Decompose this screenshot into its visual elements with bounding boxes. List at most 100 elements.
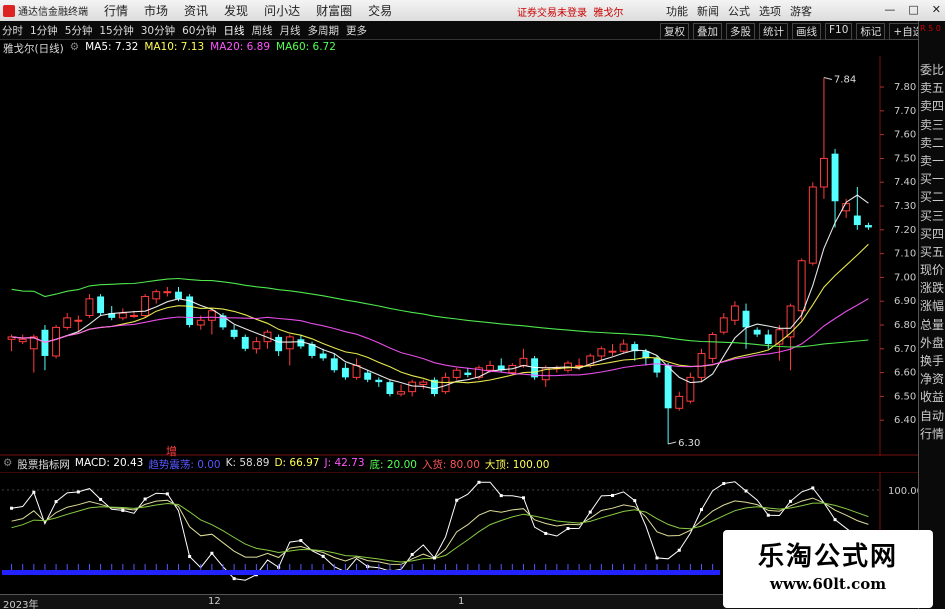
j-marker: [10, 506, 14, 510]
period-tab-30min[interactable]: 30分钟: [141, 23, 175, 38]
period-tab-daily[interactable]: 日线: [224, 23, 245, 38]
menu-function[interactable]: 功能: [666, 3, 688, 19]
panel-item[interactable]: 自动: [919, 407, 945, 425]
panel-item[interactable]: 卖五: [919, 79, 945, 97]
stats-button[interactable]: 统计: [759, 23, 788, 40]
j-label: J: 42.73: [324, 457, 365, 469]
stock-tag: 雅戈尔: [593, 8, 624, 19]
close-icon[interactable]: ✕: [932, 3, 941, 16]
price-tick-label: 6.90: [894, 296, 916, 307]
panel-item[interactable]: 买二: [919, 188, 945, 206]
panel-item[interactable]: 买四: [919, 225, 945, 243]
candle-body: [118, 312, 127, 319]
menu-item-ask[interactable]: 问小达: [264, 2, 300, 19]
panel-item[interactable]: 行情: [919, 425, 945, 443]
menu-item-quotes[interactable]: 行情: [104, 2, 128, 19]
menu-item-market[interactable]: 市场: [144, 2, 168, 19]
panel-item[interactable]: 买三: [919, 207, 945, 225]
minimize-icon[interactable]: —: [884, 3, 895, 16]
date-label: 12: [208, 596, 221, 607]
price-tick-label: 6.80: [894, 320, 916, 331]
panel-item[interactable]: 外盘: [919, 334, 945, 352]
candle-body: [753, 329, 761, 335]
j-marker: [121, 508, 125, 512]
adjust-button[interactable]: 复权: [660, 23, 689, 40]
candle-body: [864, 225, 872, 228]
right-side-panel: R 5 0 委比 卖五 卖四 卖三 卖二 卖一 买一 买二 买三 买四 买五 现价 涨跌 涨幅 总量 外盘 换手净…: [918, 21, 945, 609]
panel-item[interactable]: 收益: [919, 388, 945, 406]
menu-item-wealth[interactable]: 财富圈: [316, 2, 352, 19]
candle-body: [730, 305, 739, 321]
settings-gear-icon[interactable]: ⚙: [70, 41, 79, 56]
price-tick-label: 7.70: [894, 106, 916, 117]
candle-body: [175, 291, 182, 299]
period-tab-15min[interactable]: 15分钟: [99, 23, 133, 38]
multi-stock-button[interactable]: 多股: [726, 23, 755, 40]
period-tab-weekly[interactable]: 周线: [252, 23, 273, 38]
period-tab-1min[interactable]: 1分钟: [30, 23, 58, 38]
ma5-label: MA5: 7.32: [85, 41, 139, 53]
period-tab-timeshare[interactable]: 分时: [2, 23, 23, 38]
panel-item[interactable]: 卖三: [919, 116, 945, 134]
j-marker: [744, 489, 748, 493]
panel-item[interactable]: 现价: [919, 261, 945, 279]
j-marker: [610, 493, 614, 497]
right-menu: 功能 新闻 公式 选项 游客: [666, 3, 821, 19]
chart-tools: 复权 叠加 多股 统计 画线 F10 标记 +自选 返回: [660, 23, 945, 40]
period-tab-multi[interactable]: 多周期: [308, 23, 340, 38]
menu-formula[interactable]: 公式: [728, 3, 750, 19]
menu-item-news[interactable]: 资讯: [184, 2, 208, 19]
overlay-button[interactable]: 叠加: [693, 23, 722, 40]
ma-info-bar: 雅戈尔(日线) ⚙ MA5: 7.32 MA10: 7.13 MA20: 6.8…: [0, 41, 336, 56]
candle-body: [853, 215, 861, 226]
panel-item[interactable]: 总量: [919, 316, 945, 334]
period-tab-more[interactable]: 更多: [346, 23, 367, 38]
menu-options[interactable]: 选项: [759, 3, 781, 19]
candle-body: [230, 329, 238, 337]
panel-item[interactable]: 委比: [919, 61, 945, 79]
j-marker: [655, 556, 659, 560]
panel-item[interactable]: 净资: [919, 370, 945, 388]
price-tick-label: 7.30: [894, 201, 916, 212]
f10-button[interactable]: F10: [825, 23, 853, 40]
macd-label: MACD: 20.43: [74, 457, 144, 469]
candlestick-chart[interactable]: 7.80 7.70 7.60 7.50 7.40 7.30 7.20 7.10 7.00 6.90…: [0, 56, 918, 456]
candle-body: [653, 358, 661, 373]
mark-button[interactable]: 标记: [856, 23, 886, 40]
login-status[interactable]: 证券交易未登录 雅戈尔: [517, 4, 623, 19]
panel-item[interactable]: 卖四: [919, 97, 945, 115]
candle-body: [764, 334, 772, 345]
ma5-line: [11, 194, 869, 390]
j-marker: [588, 510, 592, 514]
panel-item[interactable]: 涨幅: [919, 297, 945, 315]
candle-body: [375, 379, 383, 383]
j-marker: [766, 513, 770, 517]
candle-body: [141, 295, 150, 316]
period-tab-monthly[interactable]: 月线: [280, 23, 301, 38]
panel-item[interactable]: 卖二: [919, 134, 945, 152]
period-tab-60min[interactable]: 60分钟: [182, 23, 216, 38]
candle-body: [708, 334, 717, 359]
j-marker: [544, 531, 548, 535]
indicator-gear-icon[interactable]: ⚙: [3, 457, 12, 471]
panel-item[interactable]: 买五: [919, 243, 945, 261]
menu-item-discover[interactable]: 发现: [224, 2, 248, 19]
maximize-icon[interactable]: □: [908, 3, 918, 16]
panel-item[interactable]: 卖一: [919, 152, 945, 170]
panel-item[interactable]: 买一: [919, 170, 945, 188]
candle-body: [130, 314, 138, 317]
menu-item-trade[interactable]: 交易: [368, 2, 392, 19]
j-marker: [432, 556, 436, 560]
window-controls: — □ ✕: [884, 3, 941, 16]
panel-item[interactable]: 换手: [919, 352, 945, 370]
candle-body: [275, 336, 283, 352]
trend-label: 趋势震荡: 0.00: [148, 459, 221, 471]
menu-news[interactable]: 新闻: [697, 3, 719, 19]
candle-body: [597, 348, 606, 357]
period-tab-5min[interactable]: 5分钟: [65, 23, 93, 38]
guest-label[interactable]: 游客: [790, 3, 812, 19]
candle-body: [85, 298, 94, 316]
candle-body: [163, 291, 172, 294]
panel-item[interactable]: 涨跌: [919, 279, 945, 297]
draw-button[interactable]: 画线: [792, 23, 821, 40]
